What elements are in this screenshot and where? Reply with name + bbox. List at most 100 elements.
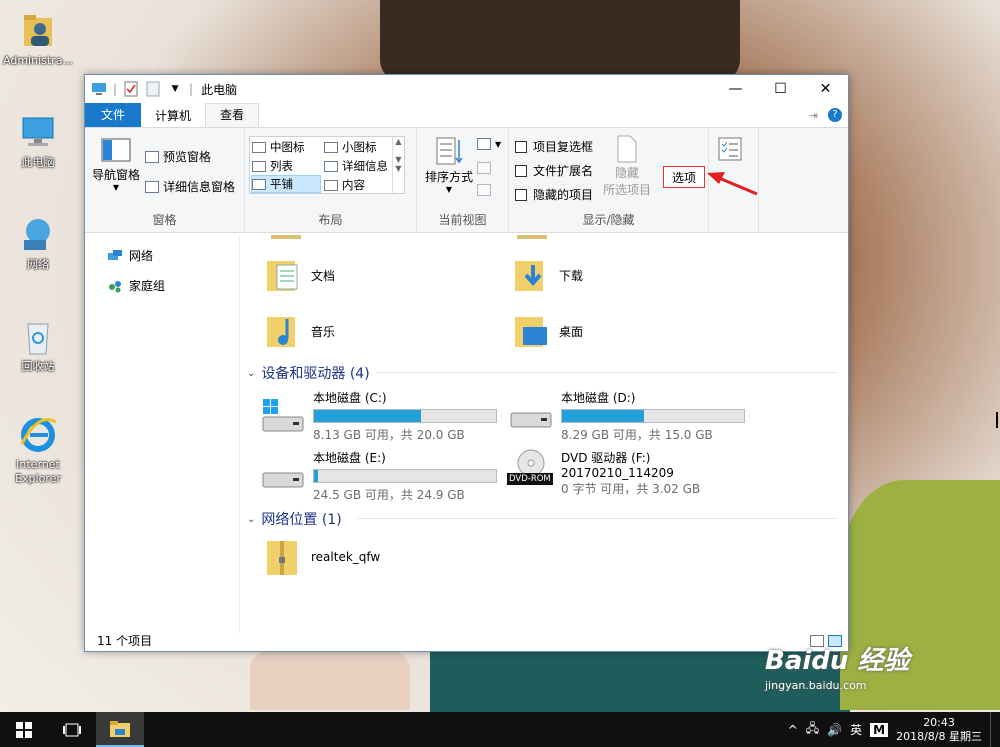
drive-c[interactable]: 本地磁盘 (C:) 8.13 GB 可用，共 20.0 GB xyxy=(261,389,497,443)
folder-label: 桌面 xyxy=(559,324,584,339)
nav-pane-button[interactable]: 导航窗格 ▼ xyxy=(91,138,141,192)
item-checkboxes-toggle[interactable]: 项目复选框 xyxy=(515,138,593,155)
nav-item-network[interactable]: 网络 xyxy=(107,247,153,264)
chevron-up-icon[interactable]: ^ xyxy=(788,723,798,737)
desktop-icon-recycle-bin[interactable]: 回收站 xyxy=(0,316,76,374)
nav-item-homegroup[interactable]: 家庭组 xyxy=(107,277,165,294)
hide-selected-icon xyxy=(617,135,637,163)
preview-pane-button[interactable]: 预览窗格 xyxy=(145,148,211,165)
folder-music[interactable]: 音乐 xyxy=(265,311,335,351)
task-view-button[interactable] xyxy=(48,712,96,747)
details-pane-button[interactable]: 详细信息窗格 xyxy=(145,178,235,195)
watermark-brand: Baidu 经验 xyxy=(765,646,910,676)
section-divider xyxy=(377,372,837,373)
add-columns-button[interactable] xyxy=(477,162,495,174)
item-checkboxes-label: 项目复选框 xyxy=(533,140,594,154)
group-label-panes: 窗格 xyxy=(152,213,177,227)
desktop-folder-icon xyxy=(515,317,547,347)
folder-desktop[interactable]: 桌面 xyxy=(513,311,583,351)
layout-details[interactable]: 详细信息 xyxy=(324,158,388,174)
close-button[interactable]: ✕ xyxy=(803,75,848,103)
hide-selected-button[interactable]: 隐藏 所选项目 xyxy=(599,134,655,198)
start-button[interactable] xyxy=(0,712,48,747)
edge-marker xyxy=(996,412,998,428)
clock[interactable]: 20:43 2018/8/8 星期三 xyxy=(896,716,982,744)
input-language-indicator[interactable]: 英 xyxy=(850,721,862,738)
layout-list[interactable]: 列表 xyxy=(252,158,293,174)
clock-date: 2018/8/8 星期三 xyxy=(896,729,982,743)
drive-f-dvd[interactable]: DVD-ROM DVD 驱动器 (F:) 20170210_114209 0 字… xyxy=(507,449,700,497)
folder-downloads[interactable]: 下载 xyxy=(513,255,583,295)
checkbox-icon xyxy=(515,140,527,153)
drive-d[interactable]: 本地磁盘 (D:) 8.29 GB 可用，共 15.0 GB xyxy=(509,389,745,443)
documents-folder-icon xyxy=(267,261,298,291)
chevron-down-icon: ⌄ xyxy=(247,367,256,379)
sort-by-button[interactable]: 排序方式 ▼ xyxy=(421,136,477,194)
homegroup-icon xyxy=(109,280,121,292)
tab-file[interactable]: 文件 xyxy=(85,103,141,127)
network-tray-icon[interactable]: 🖧 xyxy=(806,719,819,740)
options-icon-button[interactable] xyxy=(717,136,743,162)
minimize-button[interactable]: — xyxy=(713,75,758,103)
small-icons-icon xyxy=(324,141,338,153)
file-extensions-label: 文件扩展名 xyxy=(533,164,594,178)
hidden-items-toggle[interactable]: 隐藏的项目 xyxy=(515,186,593,203)
music-folder-icon xyxy=(267,317,295,347)
baidu-watermark: Baidu 经验 jingyan.baidu.com xyxy=(765,640,909,692)
desktop-icon-network[interactable]: 网络 xyxy=(0,214,76,272)
folder-documents[interactable]: 文档 xyxy=(265,255,335,295)
quick-access-dropdown-icon[interactable]: ▼ xyxy=(167,81,183,97)
scrolled-folder-edge xyxy=(271,235,301,239)
chevron-down-icon: ▼ xyxy=(445,185,453,194)
help-icon[interactable]: ? xyxy=(828,108,842,122)
layout-item-label: 详细信息 xyxy=(342,159,388,173)
nav-item-label: 网络 xyxy=(129,249,154,263)
new-folder-icon[interactable] xyxy=(145,81,161,97)
zip-folder-icon xyxy=(267,541,297,575)
pin-ribbon-icon[interactable]: ⇥ xyxy=(809,109,818,122)
folder-label: 下载 xyxy=(559,268,584,283)
taskbar-file-explorer[interactable] xyxy=(96,712,144,747)
file-extensions-toggle[interactable]: 文件扩展名 xyxy=(515,162,593,179)
group-by-button[interactable]: ▼ xyxy=(477,138,501,150)
desktop-icon-this-pc[interactable]: 此电脑 xyxy=(0,112,76,170)
list-icon xyxy=(252,160,266,172)
layout-content[interactable]: 内容 xyxy=(324,177,365,193)
computer-icon xyxy=(18,112,58,152)
layout-tiles[interactable]: 平铺 xyxy=(251,175,321,193)
options-icon xyxy=(718,137,742,161)
layout-item-label: 小图标 xyxy=(342,140,377,154)
tab-computer[interactable]: 计算机 xyxy=(141,105,205,127)
layout-medium-icons[interactable]: 中图标 xyxy=(252,139,305,155)
section-network-locations[interactable]: ⌄ 网络位置 (1) xyxy=(247,509,837,529)
status-bar: 11 个项目 xyxy=(85,631,848,651)
desktop-icon-label: 网络 xyxy=(27,258,49,271)
scrolled-folder-edge xyxy=(517,235,547,239)
properties-icon[interactable] xyxy=(123,81,139,97)
checkbox-icon xyxy=(515,164,527,177)
network-item-realtek[interactable]: realtek_qfw xyxy=(265,537,380,577)
folder-label: 音乐 xyxy=(311,324,336,339)
user-folder-icon xyxy=(18,10,58,50)
drive-e[interactable]: 本地磁盘 (E:) 24.5 GB 可用，共 24.9 GB xyxy=(261,449,497,503)
desktop-icon-internet-explorer[interactable]: Internet Explorer xyxy=(0,414,76,486)
drive-name: DVD 驱动器 (F:) xyxy=(561,451,651,465)
tab-view[interactable]: 查看 xyxy=(205,103,260,127)
add-columns-icon xyxy=(477,162,491,174)
show-desktop-button[interactable] xyxy=(990,712,994,747)
maximize-button[interactable]: ☐ xyxy=(758,75,803,103)
volume-icon[interactable]: 🔊 xyxy=(827,723,842,737)
section-devices[interactable]: ⌄ 设备和驱动器 (4) xyxy=(247,363,837,383)
layout-small-icons[interactable]: 小图标 xyxy=(324,139,377,155)
desktop-icon-administrator[interactable]: Administra... xyxy=(0,10,76,68)
size-columns-button[interactable] xyxy=(477,184,495,196)
chevron-down-icon: ▼ xyxy=(495,139,502,149)
downloads-folder-icon xyxy=(515,261,543,291)
clock-time: 20:43 xyxy=(923,715,955,729)
ime-mode-indicator[interactable]: M xyxy=(870,722,889,737)
options-button[interactable]: 选项 xyxy=(663,166,705,188)
ribbon-group-current-view: 排序方式 ▼ ▼ 当前视图 xyxy=(417,128,509,232)
layout-scroll[interactable]: ▲ ▼ ▼ xyxy=(392,137,404,193)
drive-name: 本地磁盘 (C:) xyxy=(313,391,387,405)
group-label-layout: 布局 xyxy=(318,213,343,227)
